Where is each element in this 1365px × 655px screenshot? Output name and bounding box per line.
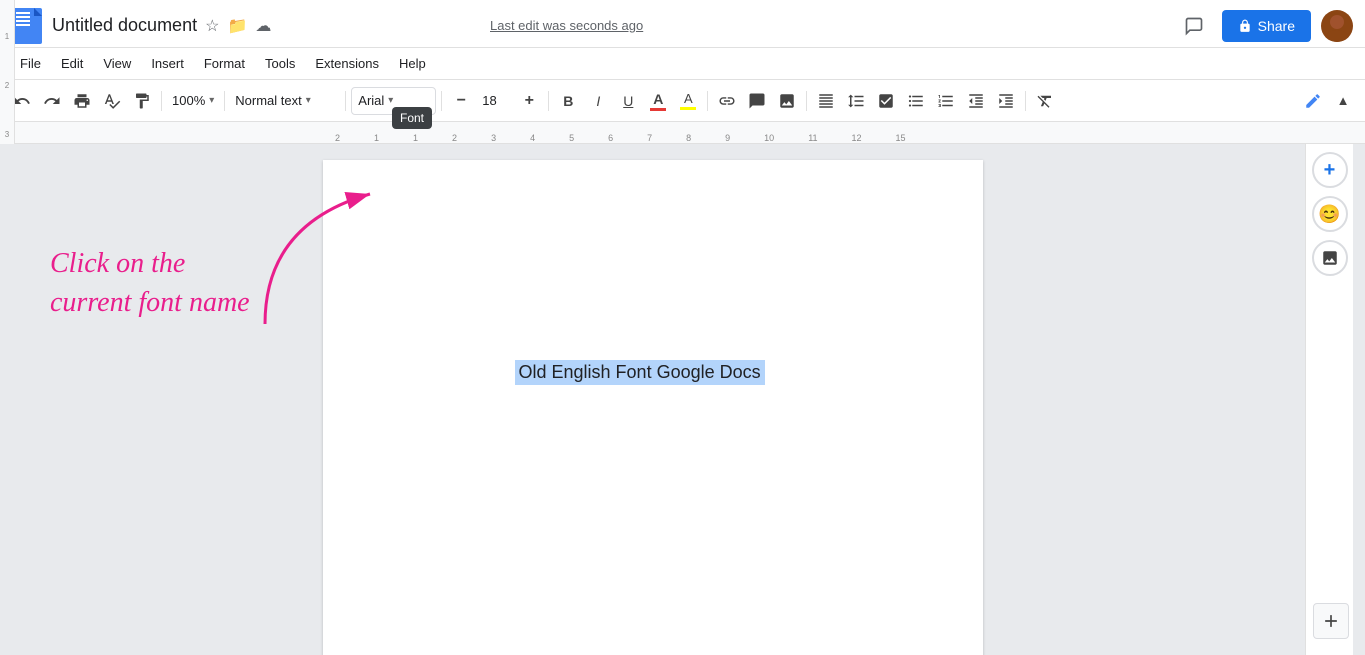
zoom-caret: ▾ <box>209 95 214 106</box>
font-size-value: 18 <box>482 93 496 108</box>
menu-format[interactable]: Format <box>196 52 253 75</box>
italic-button[interactable]: I <box>584 87 612 115</box>
insert-link-button[interactable] <box>713 87 741 115</box>
style-caret: ▾ <box>306 95 311 106</box>
menu-insert[interactable]: Insert <box>143 52 192 75</box>
user-avatar[interactable] <box>1321 10 1353 42</box>
numbered-list-button[interactable] <box>932 87 960 115</box>
menu-view[interactable]: View <box>95 52 139 75</box>
divider-7 <box>806 91 807 111</box>
bullet-list-button[interactable] <box>902 87 930 115</box>
print-button[interactable] <box>68 87 96 115</box>
title-icons: ☆ 📁 ☁ <box>205 16 271 36</box>
align-button[interactable] <box>812 87 840 115</box>
menu-extensions[interactable]: Extensions <box>307 52 387 75</box>
insert-image-button[interactable] <box>773 87 801 115</box>
menu-bar: File Edit View Insert Format Tools Exten… <box>0 48 1365 80</box>
collapse-toolbar-button[interactable]: ▲ <box>1329 87 1357 115</box>
font-size-selector[interactable]: 18 <box>477 87 513 115</box>
style-selector[interactable]: Normal text ▾ <box>230 87 340 115</box>
annotation-text: Click on the current font name <box>50 244 250 322</box>
divider-4 <box>441 91 442 111</box>
ruler-inner: 2 1 1 2 3 4 5 6 7 8 9 10 11 12 15 <box>335 122 906 143</box>
scrollbar[interactable] <box>1353 144 1365 655</box>
font-name-value: Arial <box>358 93 384 108</box>
insert-comment-button[interactable] <box>743 87 771 115</box>
menu-file[interactable]: File <box>12 52 49 75</box>
menu-tools[interactable]: Tools <box>257 52 303 75</box>
redo-button[interactable] <box>38 87 66 115</box>
increase-font-button[interactable]: + <box>515 87 543 115</box>
divider-5 <box>548 91 549 111</box>
document-page[interactable]: Old English Font Google Docs <box>323 160 983 655</box>
folder-icon[interactable]: 📁 <box>227 16 247 36</box>
zoom-selector[interactable]: 100% ▾ <box>167 87 219 115</box>
increase-indent-button[interactable] <box>992 87 1020 115</box>
spellcheck-button[interactable] <box>98 87 126 115</box>
divider-6 <box>707 91 708 111</box>
font-name-selector[interactable]: Arial ▾ <box>351 87 436 115</box>
divider-1 <box>161 91 162 111</box>
emoji-button[interactable]: 😊 <box>1312 196 1348 232</box>
menu-help[interactable]: Help <box>391 52 434 75</box>
zoom-value: 100% <box>172 93 205 108</box>
share-label: Share <box>1258 18 1295 34</box>
top-right-actions: Share <box>1176 8 1353 44</box>
font-color-indicator <box>650 108 666 111</box>
style-value: Normal text <box>235 93 301 108</box>
bold-button[interactable]: B <box>554 87 582 115</box>
title-bar: Untitled document ☆ 📁 ☁ Last edit was se… <box>0 0 1365 48</box>
font-color-button[interactable]: A <box>644 87 672 115</box>
decrease-indent-button[interactable] <box>962 87 990 115</box>
last-edit-status[interactable]: Last edit was seconds ago <box>490 18 643 33</box>
selected-text[interactable]: Old English Font Google Docs <box>515 360 765 385</box>
highlight-color-button[interactable]: A <box>674 87 702 115</box>
menu-edit[interactable]: Edit <box>53 52 91 75</box>
star-icon[interactable]: ☆ <box>205 16 219 36</box>
document-title[interactable]: Untitled document <box>52 15 197 36</box>
ruler: 2 1 1 2 3 4 5 6 7 8 9 10 11 12 15 <box>0 122 1365 144</box>
bottom-right-button[interactable] <box>1313 603 1349 639</box>
font-name-caret: ▾ <box>388 95 393 106</box>
image-annotation-button[interactable] <box>1312 240 1348 276</box>
clear-formatting-button[interactable] <box>1031 87 1059 115</box>
decrease-font-button[interactable]: − <box>447 87 475 115</box>
right-sidebar: + 😊 <box>1305 144 1353 655</box>
divider-8 <box>1025 91 1026 111</box>
highlight-color-indicator <box>680 107 696 110</box>
checklist-button[interactable] <box>872 87 900 115</box>
line-spacing-button[interactable] <box>842 87 870 115</box>
divider-3 <box>345 91 346 111</box>
cloud-icon[interactable]: ☁ <box>255 16 271 36</box>
paint-format-button[interactable] <box>128 87 156 115</box>
comment-button[interactable] <box>1176 8 1212 44</box>
divider-2 <box>224 91 225 111</box>
toolbar: 100% ▾ Normal text ▾ Arial ▾ − 18 + B I … <box>0 80 1365 122</box>
share-button[interactable]: Share <box>1222 10 1311 42</box>
text-content[interactable]: Old English Font Google Docs <box>435 280 911 385</box>
doc-icon <box>12 8 42 44</box>
add-element-button[interactable]: + <box>1312 152 1348 188</box>
main-layout: 1 2 3 4 5 6 7 8 9 Old English Font Googl… <box>0 144 1365 655</box>
underline-button[interactable]: U <box>614 87 642 115</box>
document-area: Old English Font Google Docs Click on th… <box>0 144 1305 655</box>
edit-mode-button[interactable] <box>1299 87 1327 115</box>
